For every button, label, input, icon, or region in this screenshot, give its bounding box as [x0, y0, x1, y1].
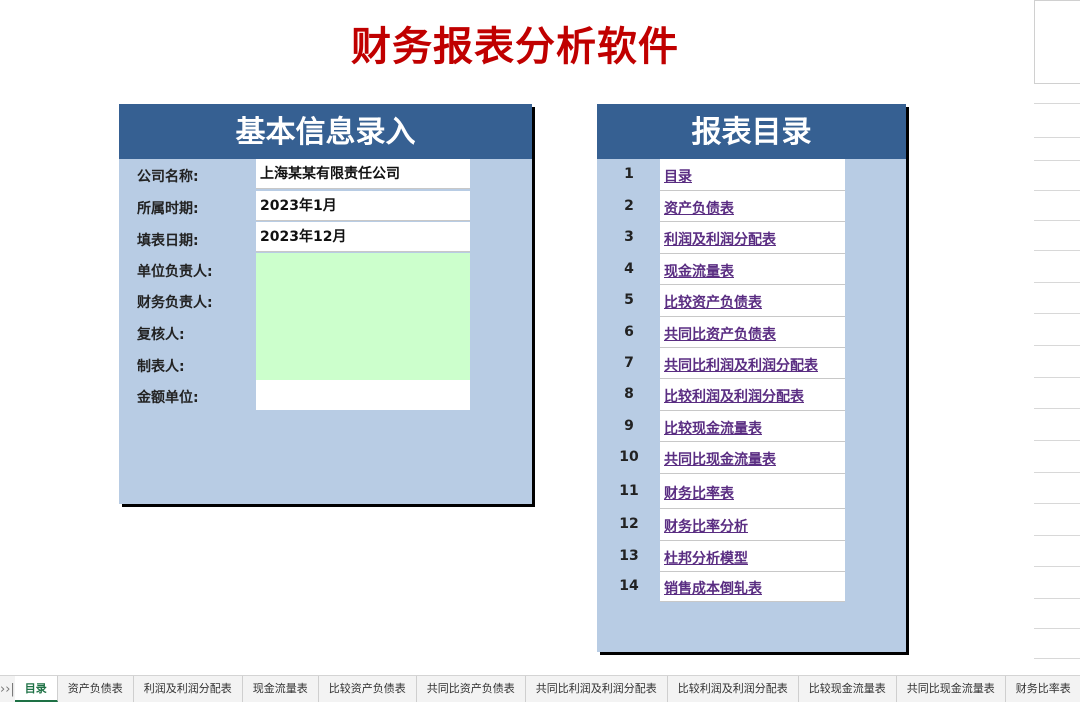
- sheet-tab[interactable]: 现金流量表: [243, 676, 319, 702]
- responsible-persons-input[interactable]: [256, 253, 470, 380]
- toc-link[interactable]: 共同比资产负债表: [664, 324, 776, 344]
- gridline: [1034, 472, 1080, 473]
- toc-item: 比较现金流量表: [660, 411, 845, 442]
- gridline: [1034, 408, 1080, 409]
- toc-item: 销售成本倒轧表: [660, 572, 845, 602]
- toc-link[interactable]: 比较资产负债表: [664, 292, 762, 312]
- sheet-tab[interactable]: 利润及利润分配表: [134, 676, 243, 702]
- basic-info-panel: 基本信息录入 公司名称: 上海某某有限责任公司 所属时期: 2023年1月 填表…: [119, 104, 532, 504]
- toc-item: 共同比现金流量表: [660, 442, 845, 474]
- toc-link[interactable]: 比较利润及利润分配表: [664, 386, 804, 406]
- gridline: [1034, 160, 1080, 161]
- gridline: [1034, 598, 1080, 599]
- toc-link[interactable]: 财务比率表: [664, 483, 734, 503]
- toc-number: 5: [624, 292, 634, 308]
- gridline: [1034, 345, 1080, 346]
- reviewer-label: 复核人:: [137, 327, 185, 343]
- amount-unit-field[interactable]: [256, 380, 470, 410]
- toc-number: 10: [619, 449, 639, 465]
- gridline: [1034, 220, 1080, 221]
- report-toc-panel: 报表目录 1 目录 2 资产负债表 3 利润及利润分配表 4 现金流量表 5 比较资产负债表 6 共同…: [597, 104, 906, 652]
- gridline: [1034, 250, 1080, 251]
- toc-link[interactable]: 共同比现金流量表: [664, 449, 776, 469]
- page-title: 财务报表分析软件: [351, 24, 679, 70]
- sheet-tab[interactable]: 资产负债表: [58, 676, 134, 702]
- period-field[interactable]: 2023年1月: [256, 191, 470, 221]
- gridline: [1034, 503, 1080, 504]
- sheet-tab[interactable]: 共同比利润及利润分配表: [526, 676, 668, 702]
- toc-item: 利润及利润分配表: [660, 222, 845, 254]
- toc-link[interactable]: 杜邦分析模型: [664, 548, 748, 568]
- toc-number: 14: [619, 578, 639, 594]
- toc-item: 共同比资产负债表: [660, 317, 845, 348]
- gridline: [1034, 377, 1080, 378]
- sheet-tab[interactable]: 共同比资产负债表: [417, 676, 526, 702]
- gridline: [1034, 628, 1080, 629]
- gridline: [1034, 440, 1080, 441]
- report-toc-header: 报表目录: [597, 104, 906, 159]
- toc-number: 6: [624, 324, 634, 340]
- sheet-tab-active[interactable]: 目录: [14, 676, 58, 702]
- toc-number: 8: [624, 386, 634, 402]
- gridline: [1034, 282, 1080, 283]
- toc-item: 资产负债表: [660, 191, 845, 222]
- toc-number: 3: [624, 229, 634, 245]
- toc-link[interactable]: 共同比利润及利润分配表: [664, 355, 818, 375]
- fill-date-label: 填表日期:: [137, 233, 199, 249]
- sheet-tab[interactable]: 比较资产负债表: [319, 676, 417, 702]
- gridline: [1034, 658, 1080, 659]
- sheet-tab-bar: › ›| 目录 资产负债表 利润及利润分配表 现金流量表 比较资产负债表 共同比资产负债表…: [0, 675, 1080, 702]
- toc-link[interactable]: 财务比率分析: [664, 516, 748, 536]
- gridline: [1034, 566, 1080, 567]
- amount-unit-label: 金额单位:: [137, 390, 199, 406]
- fill-date-field[interactable]: 2023年12月: [256, 222, 470, 252]
- toc-link[interactable]: 比较现金流量表: [664, 418, 762, 438]
- toc-item: 杜邦分析模型: [660, 541, 845, 572]
- toc-item: 目录: [660, 159, 845, 191]
- gridline: [1034, 137, 1080, 138]
- basic-info-header: 基本信息录入: [119, 104, 532, 159]
- toc-number: 11: [619, 483, 639, 499]
- toc-link[interactable]: 资产负债表: [664, 198, 734, 218]
- sheet-tab[interactable]: 财务比率表: [1006, 676, 1080, 702]
- sheet-tab[interactable]: 共同比现金流量表: [897, 676, 1006, 702]
- gridline: [1034, 190, 1080, 191]
- toc-link[interactable]: 目录: [664, 166, 692, 186]
- toc-item: 比较利润及利润分配表: [660, 379, 845, 411]
- toc-item: 财务比率分析: [660, 509, 845, 541]
- cell-frame: [1034, 0, 1080, 84]
- sheet-tab[interactable]: 比较现金流量表: [799, 676, 897, 702]
- toc-number: 13: [619, 548, 639, 564]
- company-name-label: 公司名称:: [137, 169, 199, 185]
- finance-head-label: 财务负责人:: [137, 295, 213, 311]
- toc-number: 4: [624, 261, 634, 277]
- toc-item: 财务比率表: [660, 474, 845, 509]
- gridline: [1034, 313, 1080, 314]
- sheet-tab[interactable]: 比较利润及利润分配表: [668, 676, 799, 702]
- preparer-label: 制表人:: [137, 359, 185, 375]
- toc-number: 2: [624, 198, 634, 214]
- gridline: [1034, 103, 1080, 104]
- toc-link[interactable]: 利润及利润分配表: [664, 229, 776, 249]
- unit-head-label: 单位负责人:: [137, 264, 213, 280]
- toc-link[interactable]: 现金流量表: [664, 261, 734, 281]
- toc-item: 现金流量表: [660, 254, 845, 285]
- last-sheet-icon[interactable]: ›|: [5, 682, 15, 697]
- company-name-field[interactable]: 上海某某有限责任公司: [256, 159, 470, 189]
- toc-number: 12: [619, 516, 639, 532]
- toc-number: 7: [624, 355, 634, 371]
- toc-number: 1: [624, 166, 634, 182]
- toc-link[interactable]: 销售成本倒轧表: [664, 578, 762, 598]
- toc-number: 9: [624, 418, 634, 434]
- toc-item: 共同比利润及利润分配表: [660, 348, 845, 379]
- period-label: 所属时期:: [137, 201, 199, 217]
- gridline: [1034, 535, 1080, 536]
- toc-item: 比较资产负债表: [660, 285, 845, 317]
